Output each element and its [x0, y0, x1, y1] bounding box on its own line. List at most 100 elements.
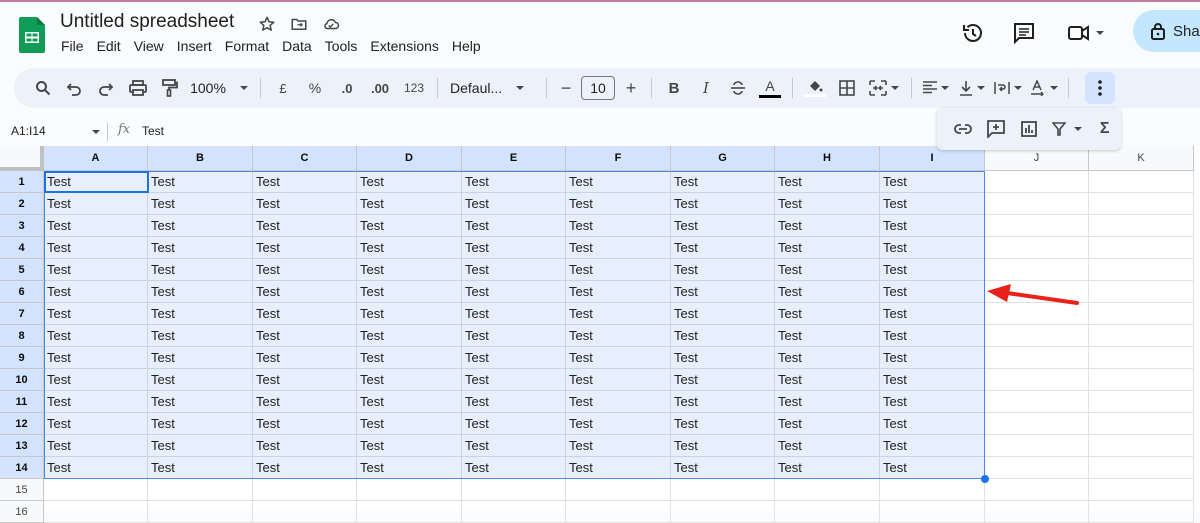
cell-j16[interactable] — [985, 501, 1089, 523]
cell-h2[interactable]: Test — [775, 193, 880, 215]
cell-h8[interactable]: Test — [775, 325, 880, 347]
format-percent-button[interactable]: % — [299, 74, 331, 102]
cell-g8[interactable]: Test — [671, 325, 775, 347]
cell-g5[interactable]: Test — [671, 259, 775, 281]
row-header-11[interactable]: 11 — [0, 391, 44, 413]
name-box-caret-icon[interactable] — [92, 130, 100, 134]
cell-f1[interactable]: Test — [566, 171, 671, 193]
cell-g13[interactable]: Test — [671, 435, 775, 457]
row-header-14[interactable]: 14 — [0, 457, 44, 479]
row-header-3[interactable]: 3 — [0, 215, 44, 237]
cell-a13[interactable]: Test — [44, 435, 148, 457]
cell-j14[interactable] — [985, 457, 1089, 479]
menu-edit[interactable]: Edit — [97, 38, 127, 54]
cell-a9[interactable]: Test — [44, 347, 148, 369]
undo-icon[interactable] — [58, 74, 90, 102]
menu-extensions[interactable]: Extensions — [370, 38, 444, 54]
vertical-align-button[interactable] — [954, 74, 990, 102]
cell-a6[interactable]: Test — [44, 281, 148, 303]
cell-c8[interactable]: Test — [253, 325, 357, 347]
cell-i10[interactable]: Test — [880, 369, 985, 391]
cell-b14[interactable]: Test — [148, 457, 253, 479]
cell-a2[interactable]: Test — [44, 193, 148, 215]
cell-c16[interactable] — [253, 501, 357, 523]
cell-d4[interactable]: Test — [357, 237, 462, 259]
cell-b15[interactable] — [148, 479, 253, 501]
cell-k6[interactable] — [1089, 281, 1194, 303]
cell-i16[interactable] — [880, 501, 985, 523]
column-header-b[interactable]: B — [148, 146, 253, 171]
cell-d12[interactable]: Test — [357, 413, 462, 435]
cell-g3[interactable]: Test — [671, 215, 775, 237]
cell-k7[interactable] — [1089, 303, 1194, 325]
cell-k8[interactable] — [1089, 325, 1194, 347]
cell-c3[interactable]: Test — [253, 215, 357, 237]
cell-c5[interactable]: Test — [253, 259, 357, 281]
cell-f9[interactable]: Test — [566, 347, 671, 369]
cell-e3[interactable]: Test — [462, 215, 566, 237]
row-header-15[interactable]: 15 — [0, 479, 44, 501]
cell-i14[interactable]: Test — [880, 457, 985, 479]
cell-c14[interactable]: Test — [253, 457, 357, 479]
cell-d13[interactable]: Test — [357, 435, 462, 457]
cell-j15[interactable] — [985, 479, 1089, 501]
insert-comment-icon[interactable] — [980, 115, 1013, 143]
cell-e16[interactable] — [462, 501, 566, 523]
cell-a5[interactable]: Test — [44, 259, 148, 281]
cell-a1[interactable]: Test — [44, 171, 148, 193]
cell-h10[interactable]: Test — [775, 369, 880, 391]
cell-g4[interactable]: Test — [671, 237, 775, 259]
menu-insert[interactable]: Insert — [177, 38, 218, 54]
cell-j9[interactable] — [985, 347, 1089, 369]
menu-format[interactable]: Format — [225, 38, 275, 54]
cell-h5[interactable]: Test — [775, 259, 880, 281]
cell-a15[interactable] — [44, 479, 148, 501]
cell-e6[interactable]: Test — [462, 281, 566, 303]
cell-g16[interactable] — [671, 501, 775, 523]
cell-g12[interactable]: Test — [671, 413, 775, 435]
cell-f16[interactable] — [566, 501, 671, 523]
merge-cells-button[interactable] — [863, 74, 905, 102]
cell-k11[interactable] — [1089, 391, 1194, 413]
cell-h13[interactable]: Test — [775, 435, 880, 457]
cell-k1[interactable] — [1089, 171, 1194, 193]
cell-k5[interactable] — [1089, 259, 1194, 281]
cell-g2[interactable]: Test — [671, 193, 775, 215]
cell-c9[interactable]: Test — [253, 347, 357, 369]
format-currency-button[interactable]: £ — [267, 74, 299, 102]
paint-format-icon[interactable] — [154, 74, 186, 102]
cell-f15[interactable] — [566, 479, 671, 501]
italic-button[interactable]: I — [690, 74, 722, 102]
cell-e8[interactable]: Test — [462, 325, 566, 347]
cell-e11[interactable]: Test — [462, 391, 566, 413]
cell-k4[interactable] — [1089, 237, 1194, 259]
cell-d6[interactable]: Test — [357, 281, 462, 303]
cell-k12[interactable] — [1089, 413, 1194, 435]
cell-g6[interactable]: Test — [671, 281, 775, 303]
cell-f11[interactable]: Test — [566, 391, 671, 413]
row-header-2[interactable]: 2 — [0, 193, 44, 215]
cell-i5[interactable]: Test — [880, 259, 985, 281]
cell-d15[interactable] — [357, 479, 462, 501]
cell-e13[interactable]: Test — [462, 435, 566, 457]
column-header-h[interactable]: H — [775, 146, 880, 171]
decrease-font-size-button[interactable]: − — [553, 74, 579, 102]
cell-d8[interactable]: Test — [357, 325, 462, 347]
cell-c6[interactable]: Test — [253, 281, 357, 303]
cell-j3[interactable] — [985, 215, 1089, 237]
formula-input[interactable]: Test — [142, 124, 164, 138]
insert-chart-icon[interactable] — [1012, 115, 1045, 143]
cell-h3[interactable]: Test — [775, 215, 880, 237]
filter-button[interactable] — [1045, 115, 1089, 143]
row-header-9[interactable]: 9 — [0, 347, 44, 369]
cell-h7[interactable]: Test — [775, 303, 880, 325]
more-formats-button[interactable]: 123 — [397, 74, 431, 102]
cell-h9[interactable]: Test — [775, 347, 880, 369]
cell-b6[interactable]: Test — [148, 281, 253, 303]
cell-i2[interactable]: Test — [880, 193, 985, 215]
cell-h1[interactable]: Test — [775, 171, 880, 193]
cell-j2[interactable] — [985, 193, 1089, 215]
cell-d11[interactable]: Test — [357, 391, 462, 413]
row-header-7[interactable]: 7 — [0, 303, 44, 325]
column-header-f[interactable]: F — [566, 146, 671, 171]
